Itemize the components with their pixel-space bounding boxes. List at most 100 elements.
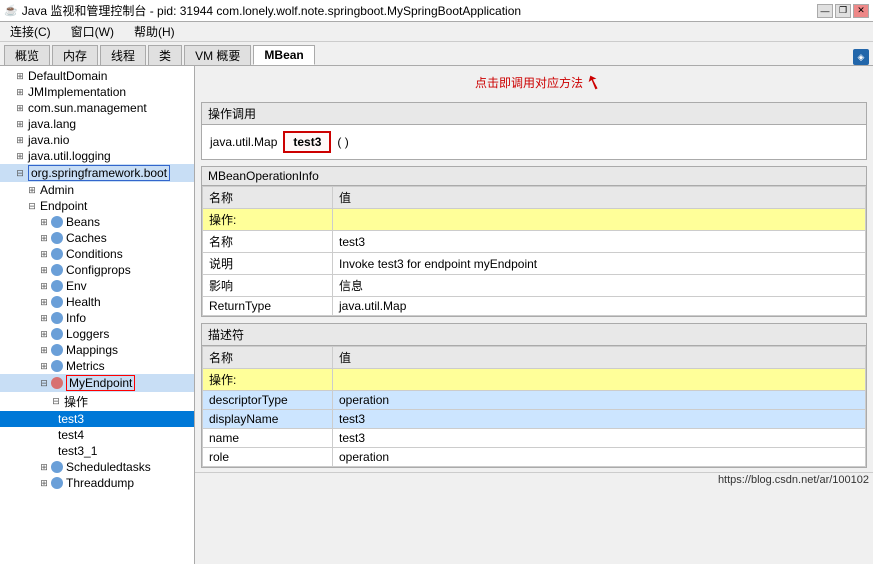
tree-item-loggers[interactable]: ⊞ Loggers	[0, 326, 194, 342]
status-url: https://blog.csdn.net/ar/100102	[718, 474, 869, 486]
row-value: java.util.Map	[333, 297, 866, 316]
tree-item-endpoint[interactable]: ⊟ Endpoint	[0, 198, 194, 214]
tree-label: 操作	[64, 393, 88, 410]
tab-threads[interactable]: 线程	[100, 45, 146, 65]
row-value: Invoke test3 for endpoint myEndpoint	[333, 253, 866, 275]
test3-button[interactable]: test3	[283, 131, 331, 153]
expand-icon: ⊞	[38, 232, 50, 244]
tree-label: Admin	[40, 183, 74, 197]
tree-item-test4[interactable]: test4	[0, 427, 194, 443]
tree-label: Caches	[66, 231, 107, 245]
tree-label: Env	[66, 279, 87, 293]
tree-item-ops[interactable]: ⊟ 操作	[0, 392, 194, 411]
tree-item-threaddump[interactable]: ⊞ Threaddump	[0, 475, 194, 491]
col-value-header: 值	[333, 347, 866, 369]
row-value: 信息	[333, 275, 866, 297]
tree-item-caches[interactable]: ⊞ Caches	[0, 230, 194, 246]
tree-item-com-sun[interactable]: ⊞ com.sun.management	[0, 100, 194, 116]
tab-overview[interactable]: 概览	[4, 45, 50, 65]
close-button[interactable]: ✕	[853, 4, 869, 18]
tab-mbean[interactable]: MBean	[253, 45, 314, 65]
menu-window[interactable]: 窗口(W)	[65, 23, 120, 40]
expand-icon: ⊞	[38, 328, 50, 340]
main-layout: ⊞ DefaultDomain ⊞ JMImplementation ⊞ com…	[0, 66, 873, 564]
row-value	[333, 369, 866, 391]
expand-icon: ⊞	[14, 102, 26, 114]
paren: ( )	[337, 135, 348, 149]
row-value	[333, 209, 866, 231]
expand-icon: ⊞	[38, 312, 50, 324]
gear-icon	[50, 359, 64, 373]
tree-item-java-lang[interactable]: ⊞ java.lang	[0, 116, 194, 132]
tab-classes[interactable]: 类	[148, 45, 182, 65]
tree-item-jmimplementation[interactable]: ⊞ JMImplementation	[0, 84, 194, 100]
tree-item-test3[interactable]: test3	[0, 411, 194, 427]
title-bar-right: — ❐ ✕	[817, 4, 869, 18]
tree-item-defaultdomain[interactable]: ⊞ DefaultDomain	[0, 68, 194, 84]
tree-item-springframework[interactable]: ⊟ org.springframework.boot	[0, 164, 194, 182]
table-row: displayName test3	[203, 410, 866, 429]
tree-item-beans[interactable]: ⊞ Beans	[0, 214, 194, 230]
restore-button[interactable]: ❐	[835, 4, 851, 18]
descriptor-table: 名称 值 操作: descriptorType operation displa…	[202, 346, 866, 467]
mbean-section: MBeanOperationInfo 名称 值 操作: 名称 test3	[201, 166, 867, 317]
tree-item-configprops[interactable]: ⊞ Configprops	[0, 262, 194, 278]
tree-item-scheduledtasks[interactable]: ⊞ Scheduledtasks	[0, 459, 194, 475]
ops-section: 操作调用 java.util.Map test3 ( )	[201, 102, 867, 160]
gear-icon	[50, 295, 64, 309]
menu-help[interactable]: 帮助(H)	[128, 23, 181, 40]
gear-icon	[50, 247, 64, 261]
tree-item-java-util-logging[interactable]: ⊞ java.util.logging	[0, 148, 194, 164]
tree-label: java.lang	[28, 117, 76, 131]
menu-bar: 连接(C) 窗口(W) 帮助(H)	[0, 22, 873, 42]
tab-memory[interactable]: 内存	[52, 45, 98, 65]
menu-connect[interactable]: 连接(C)	[4, 23, 57, 40]
col-name-header: 名称	[203, 347, 333, 369]
gear-icon	[50, 311, 64, 325]
expand-icon: ⊞	[38, 477, 50, 489]
gear-icon	[50, 327, 64, 341]
tab-bar: 概览 内存 线程 类 VM 概要 MBean ◈	[0, 42, 873, 66]
row-name: 操作:	[203, 209, 333, 231]
table-row: 影响 信息	[203, 275, 866, 297]
expand-icon: ⊟	[38, 377, 50, 389]
tree-item-metrics[interactable]: ⊞ Metrics	[0, 358, 194, 374]
gear-icon	[50, 231, 64, 245]
tree-item-conditions[interactable]: ⊞ Conditions	[0, 246, 194, 262]
tree-label: org.springframework.boot	[28, 165, 170, 181]
gear-icon	[50, 460, 64, 474]
tree-item-env[interactable]: ⊞ Env	[0, 278, 194, 294]
table-row: 操作:	[203, 209, 866, 231]
expand-icon: ⊞	[14, 150, 26, 162]
tree-item-info[interactable]: ⊞ Info	[0, 310, 194, 326]
tree-item-test3-1[interactable]: test3_1	[0, 443, 194, 459]
descriptor-section: 描述符 名称 值 操作: descriptorType operation	[201, 323, 867, 468]
table-row: 名称 test3	[203, 231, 866, 253]
tree-label: Health	[66, 295, 101, 309]
row-name: ReturnType	[203, 297, 333, 316]
tree-label: Beans	[66, 215, 100, 229]
minimize-button[interactable]: —	[817, 4, 833, 18]
gear-icon	[50, 279, 64, 293]
expand-icon: ⊟	[50, 396, 62, 408]
tree-item-admin[interactable]: ⊞ Admin	[0, 182, 194, 198]
annotation: 点击即调用对应方法 ➘	[475, 70, 602, 95]
tree-item-health[interactable]: ⊞ Health	[0, 294, 194, 310]
gear-icon	[50, 476, 64, 490]
col-name-header: 名称	[203, 187, 333, 209]
tree-label: com.sun.management	[28, 101, 147, 115]
row-name: displayName	[203, 410, 333, 429]
tab-vm-summary[interactable]: VM 概要	[184, 45, 251, 65]
tree-item-mappings[interactable]: ⊞ Mappings	[0, 342, 194, 358]
tree-label: java.util.logging	[28, 149, 111, 163]
descriptor-section-title: 描述符	[202, 324, 866, 346]
right-panel: 点击即调用对应方法 ➘ 操作调用 java.util.Map test3 ( )…	[195, 66, 873, 564]
tree-label: Mappings	[66, 343, 118, 357]
tree-item-myendpoint[interactable]: ⊟ MyEndpoint	[0, 374, 194, 392]
table-row: 操作:	[203, 369, 866, 391]
title-bar-left: ☕ Java 监视和管理控制台 - pid: 31944 com.lonely.…	[4, 2, 521, 19]
expand-icon: ⊞	[38, 280, 50, 292]
col-value-header: 值	[333, 187, 866, 209]
tree-item-java-nio[interactable]: ⊞ java.nio	[0, 132, 194, 148]
expand-icon: ⊞	[38, 296, 50, 308]
